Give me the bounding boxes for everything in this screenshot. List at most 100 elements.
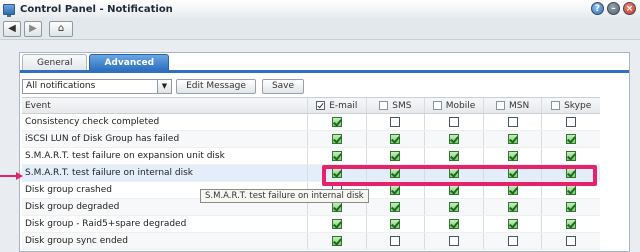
msn-cell xyxy=(482,114,542,130)
mobile-cell xyxy=(424,216,483,232)
email-checkbox[interactable] xyxy=(331,134,342,144)
msn-cell xyxy=(482,131,542,147)
table-row[interactable]: Consistency check completed xyxy=(22,114,600,131)
edit-message-button[interactable]: Edit Message xyxy=(176,78,256,94)
sms-checkbox[interactable] xyxy=(390,117,401,127)
skype-checkbox[interactable] xyxy=(566,117,577,127)
table-row[interactable]: S.M.A.R.T. test failure on expansion uni… xyxy=(22,148,600,165)
skype-checkbox[interactable] xyxy=(566,236,577,246)
mobile-checkbox[interactable] xyxy=(448,219,459,229)
mobile-cell xyxy=(424,148,483,164)
msn-checkbox[interactable] xyxy=(507,151,518,161)
mobile-checkbox[interactable] xyxy=(448,236,459,246)
tab-general[interactable]: General xyxy=(22,54,88,70)
select-all-msn-checkbox[interactable] xyxy=(495,101,505,110)
email-checkbox[interactable] xyxy=(331,151,342,161)
email-checkbox[interactable] xyxy=(331,202,342,212)
select-all-mobile-checkbox[interactable] xyxy=(432,101,442,110)
msn-checkbox[interactable] xyxy=(507,202,518,212)
column-header-event[interactable]: Event xyxy=(22,98,307,113)
notification-filter-select[interactable]: All notifications ▼ xyxy=(22,78,172,94)
column-header-email[interactable]: E-mail xyxy=(307,98,366,113)
control-panel-icon xyxy=(3,3,15,17)
event-name: S.M.A.R.T. test failure on expansion uni… xyxy=(25,151,225,161)
skype-checkbox[interactable] xyxy=(566,202,577,212)
mobile-checkbox[interactable] xyxy=(448,151,459,161)
event-name: iSCSI LUN of Disk Group has failed xyxy=(25,134,180,144)
control-row: All notifications ▼ Edit Message Save xyxy=(22,78,304,94)
msn-checkbox[interactable] xyxy=(507,219,518,229)
sms-cell xyxy=(365,114,425,130)
email-cell xyxy=(307,233,366,249)
forward-button[interactable]: ▶ xyxy=(24,20,42,37)
highlight-box xyxy=(322,165,597,186)
sms-checkbox[interactable] xyxy=(390,202,401,212)
home-button[interactable]: ⌂ xyxy=(49,20,73,37)
tab-advanced[interactable]: Advanced xyxy=(89,54,170,70)
chevron-down-icon[interactable]: ▼ xyxy=(157,79,171,93)
msn-checkbox[interactable] xyxy=(507,236,518,246)
mobile-checkbox[interactable] xyxy=(448,134,459,144)
msn-cell xyxy=(482,233,542,249)
minimize-icon[interactable]: – xyxy=(607,2,620,15)
email-cell xyxy=(307,216,366,232)
table-header: Event E-mail SMS Mobile MSN Skype xyxy=(22,97,600,114)
sms-cell xyxy=(365,131,425,147)
sms-cell xyxy=(365,216,425,232)
msn-checkbox[interactable] xyxy=(507,117,518,127)
back-button[interactable]: ◀ xyxy=(3,20,21,37)
skype-checkbox[interactable] xyxy=(566,219,577,229)
email-checkbox[interactable] xyxy=(331,117,342,127)
column-header-skype[interactable]: Skype xyxy=(541,98,600,113)
skype-cell xyxy=(541,148,600,164)
tab-bar: General Advanced xyxy=(22,54,170,70)
close-icon[interactable]: × xyxy=(623,2,636,15)
table-row[interactable]: Disk group sync ended xyxy=(22,233,600,250)
arrow-right-icon: ▶ xyxy=(29,23,37,34)
table-row[interactable]: Disk group - Raid5+spare degraded xyxy=(22,216,600,233)
title-bar: Control Panel - Notification ? – × xyxy=(0,0,640,18)
skype-cell xyxy=(541,131,600,147)
mobile-checkbox[interactable] xyxy=(448,117,459,127)
skype-cell xyxy=(541,233,600,249)
annotation-arrow-head xyxy=(16,172,23,180)
sms-cell xyxy=(365,148,425,164)
skype-checkbox[interactable] xyxy=(566,151,577,161)
msn-cell xyxy=(482,199,542,215)
column-header-sms[interactable]: SMS xyxy=(365,98,425,113)
sms-checkbox[interactable] xyxy=(390,185,401,195)
mobile-cell xyxy=(424,131,483,147)
table-row[interactable]: iSCSI LUN of Disk Group has failed xyxy=(22,131,600,148)
mobile-cell xyxy=(424,199,483,215)
help-icon[interactable]: ? xyxy=(591,2,604,15)
column-header-mobile[interactable]: Mobile xyxy=(424,98,483,113)
sms-checkbox[interactable] xyxy=(390,236,401,246)
save-button[interactable]: Save xyxy=(262,78,304,94)
email-checkbox[interactable] xyxy=(331,236,342,246)
msn-checkbox[interactable] xyxy=(507,185,518,195)
sms-checkbox[interactable] xyxy=(390,219,401,229)
toolbar: ◀ ▶ ⌂ xyxy=(0,18,640,40)
select-all-skype-checkbox[interactable] xyxy=(551,101,561,110)
window-title: Control Panel - Notification xyxy=(20,3,173,15)
msn-cell xyxy=(482,148,542,164)
mobile-cell xyxy=(424,233,483,249)
mobile-checkbox[interactable] xyxy=(448,185,459,195)
mobile-checkbox[interactable] xyxy=(448,202,459,212)
select-all-sms-checkbox[interactable] xyxy=(379,101,389,110)
column-header-msn[interactable]: MSN xyxy=(482,98,542,113)
msn-checkbox[interactable] xyxy=(507,134,518,144)
email-cell xyxy=(307,131,366,147)
email-checkbox[interactable] xyxy=(331,219,342,229)
skype-checkbox[interactable] xyxy=(566,185,577,195)
tooltip: S.M.A.R.T. test failure on internal disk xyxy=(200,189,369,203)
skype-checkbox[interactable] xyxy=(566,134,577,144)
arrow-left-icon: ◀ xyxy=(8,23,16,34)
sms-checkbox[interactable] xyxy=(390,151,401,161)
event-name: S.M.A.R.T. test failure on internal disk xyxy=(25,168,194,178)
sms-cell xyxy=(365,199,425,215)
sms-checkbox[interactable] xyxy=(390,134,401,144)
select-all-email-checkbox[interactable] xyxy=(316,101,326,110)
filter-value: All notifications xyxy=(26,81,96,91)
event-name: Disk group - Raid5+spare degraded xyxy=(25,219,187,229)
